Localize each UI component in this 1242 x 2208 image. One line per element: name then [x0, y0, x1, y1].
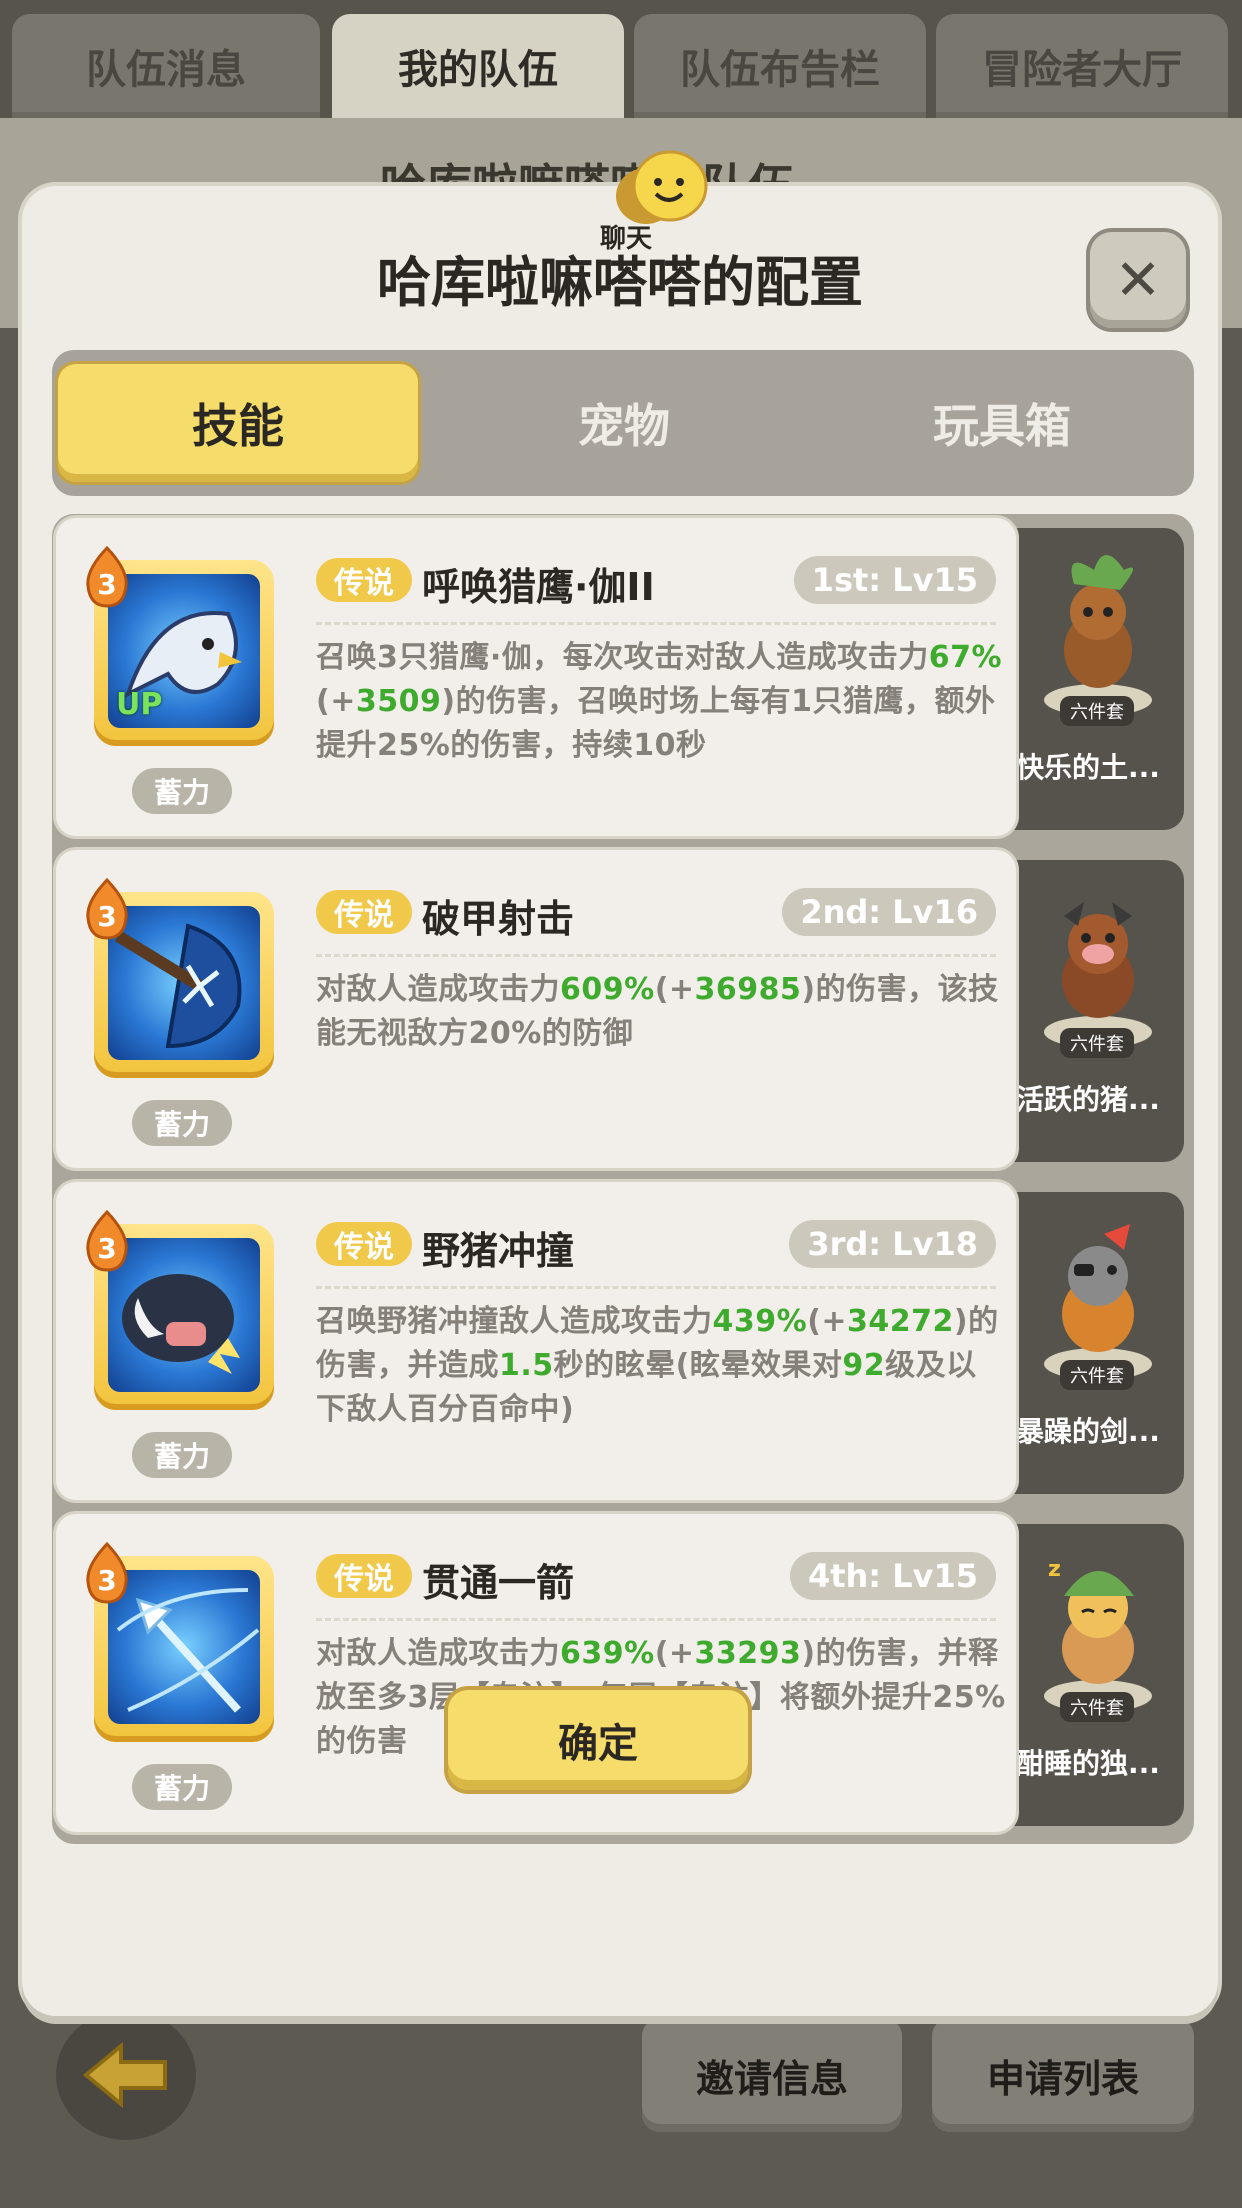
tab-my-team[interactable]: 我的队伍: [332, 14, 624, 118]
rarity-badge: 传说: [316, 558, 412, 602]
tab-toybox[interactable]: 玩具箱: [822, 364, 1182, 482]
back-button[interactable]: [56, 2010, 196, 2140]
charge-tag: 蓄力: [132, 768, 232, 814]
charge-tag: 蓄力: [132, 1764, 232, 1810]
tab-adventurer-hall[interactable]: 冒险者大厅: [936, 14, 1228, 118]
divider: [316, 622, 996, 625]
config-tab-bar: 技能 宠物 玩具箱: [52, 350, 1194, 496]
pet-figure-icon: [1044, 555, 1152, 716]
skill-slot-level: 4th: Lv15: [789, 1552, 996, 1600]
set-badge: 六件套: [1060, 1692, 1134, 1722]
pet-panel[interactable]: 六件套 活跃的猪...: [1012, 860, 1184, 1162]
level-flame-icon: 3: [86, 1210, 128, 1272]
upgrade-badge: UP: [116, 687, 163, 722]
invite-info-button[interactable]: 邀请信息: [642, 2018, 902, 2132]
pet-name: 暴躁的剑...: [1016, 1415, 1160, 1448]
divider: [316, 1286, 996, 1289]
skill-list: 六件套 快乐的土... UP 3 蓄力 传说 呼唤猎鹰·伽II 1st: Lv1…: [52, 514, 1194, 1844]
svg-text:3: 3: [97, 568, 116, 601]
skill-name: 野猪冲撞: [422, 1229, 575, 1273]
pet-figure-icon: [1044, 902, 1152, 1048]
skill-slot-level: 1st: Lv15: [793, 556, 996, 604]
tab-team-messages[interactable]: 队伍消息: [12, 14, 320, 118]
set-badge: 六件套: [1060, 1360, 1134, 1390]
level-flame-icon: 3: [86, 878, 128, 940]
close-icon: ✕: [1114, 247, 1162, 313]
skill-card[interactable]: 3 蓄力 传说 破甲射击 2nd: Lv16 对敌人造成攻击力609%(+369…: [56, 850, 1016, 1168]
charge-tag: 蓄力: [132, 1100, 232, 1146]
tab-skills[interactable]: 技能: [58, 364, 418, 482]
level-flame-icon: 3: [86, 546, 128, 608]
close-button[interactable]: ✕: [1090, 232, 1186, 328]
back-arrow-icon: [82, 2041, 167, 2109]
skill-row[interactable]: 六件套 暴躁的剑... 3 蓄力 传说 野猪冲撞 3rd: Lv18 召唤野猪冲…: [52, 1182, 1194, 1500]
skill-name: 呼唤猎鹰·伽II: [422, 565, 655, 609]
svg-text:3: 3: [97, 900, 116, 933]
pet-figure-icon: z: [1044, 1557, 1152, 1712]
svg-text:3: 3: [97, 1564, 116, 1597]
level-flame-icon: 3: [86, 1542, 128, 1604]
pet-name: 快乐的土...: [1016, 751, 1160, 784]
skill-card[interactable]: UP 3 蓄力 传说 呼唤猎鹰·伽II 1st: Lv15 召唤3只猎鹰·伽，每…: [56, 518, 1016, 836]
rarity-badge: 传说: [316, 1222, 412, 1266]
skill-description: 召唤野猪冲撞敌人造成攻击力439%(+34272)的伤害，并造成1.5秒的眩晕(…: [316, 1304, 999, 1427]
chat-label: 聊天: [600, 224, 653, 254]
divider: [316, 954, 996, 957]
pet-panel[interactable]: 六件套 快乐的土...: [1012, 528, 1184, 830]
rarity-badge: 传说: [316, 1554, 412, 1598]
rarity-badge: 传说: [316, 890, 412, 934]
skill-slot-level: 3rd: Lv18: [789, 1220, 996, 1268]
pet-name: 活跃的猪...: [1016, 1083, 1160, 1116]
skill-card[interactable]: 3 蓄力 传说 野猪冲撞 3rd: Lv18 召唤野猪冲撞敌人造成攻击力439%…: [56, 1182, 1016, 1500]
tab-pets[interactable]: 宠物: [444, 364, 804, 482]
skill-row[interactable]: 六件套 活跃的猪... 3 蓄力 传说 破甲射击 2nd: Lv16 对敌人造成…: [52, 850, 1194, 1168]
pet-figure-icon: [1044, 1224, 1152, 1380]
pet-name: 酣睡的独...: [1016, 1747, 1160, 1780]
pet-panel[interactable]: 六件套 暴躁的剑...: [1012, 1192, 1184, 1494]
skill-name: 破甲射击: [422, 897, 575, 941]
apply-list-button[interactable]: 申请列表: [932, 2018, 1194, 2132]
skill-name: 贯通一箭: [422, 1561, 575, 1605]
charge-tag: 蓄力: [132, 1432, 232, 1478]
confirm-button[interactable]: 确定: [448, 1690, 748, 1790]
skill-description: 召唤3只猎鹰·伽，每次攻击对敌人造成攻击力67%(+3509)的伤害，召唤时场上…: [316, 640, 1003, 763]
pet-panel[interactable]: z 六件套 酣睡的独...: [1012, 1524, 1184, 1826]
set-badge: 六件套: [1060, 696, 1134, 726]
tab-team-board[interactable]: 队伍布告栏: [634, 14, 926, 118]
skill-description: 对敌人造成攻击力609%(+36985)的伤害，该技能无视敌方20%的防御: [316, 972, 999, 1051]
skill-row[interactable]: 六件套 快乐的土... UP 3 蓄力 传说 呼唤猎鹰·伽II 1st: Lv1…: [52, 518, 1194, 836]
svg-text:z: z: [1048, 1557, 1061, 1582]
set-badge: 六件套: [1060, 1028, 1134, 1058]
svg-text:3: 3: [97, 1232, 116, 1265]
skill-slot-level: 2nd: Lv16: [782, 888, 996, 936]
divider: [316, 1618, 996, 1621]
top-tab-bar: 队伍消息 我的队伍 队伍布告栏 冒险者大厅: [0, 0, 1242, 118]
